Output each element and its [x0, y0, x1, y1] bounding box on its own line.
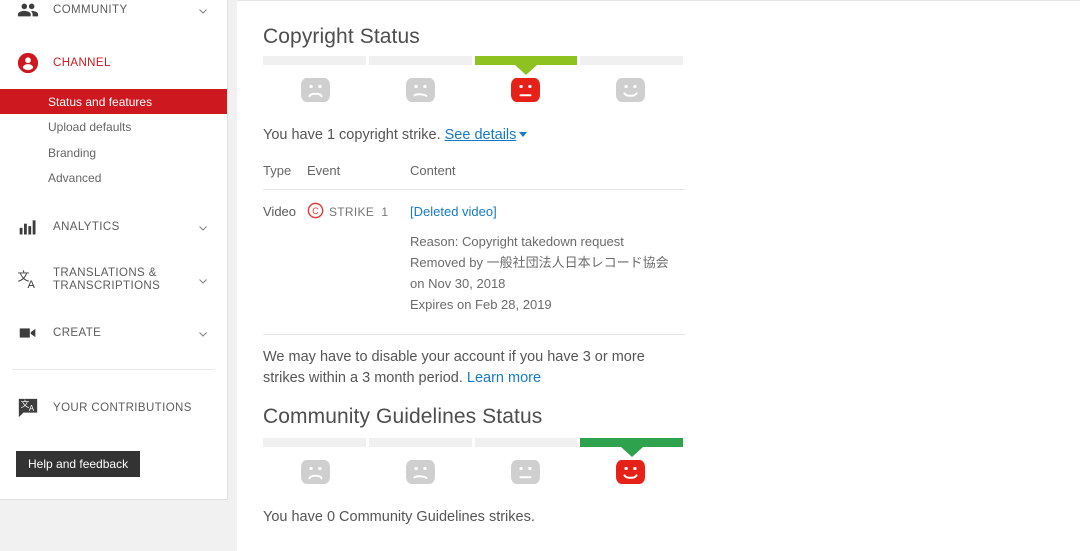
slight-frown-face — [406, 460, 435, 484]
meter-segment-2 — [368, 438, 472, 447]
meter-faces — [263, 459, 683, 485]
meter-segment-3 — [474, 56, 578, 75]
page-root: COMMUNITY CHANNEL Status and features Up… — [0, 0, 1080, 551]
cell-event: C STRIKE 1 — [307, 189, 410, 335]
meter-segment-2 — [368, 56, 472, 65]
cell-content: [Deleted video] Reason: Copyright takedo… — [410, 189, 685, 335]
chevron-down-icon[interactable] — [197, 274, 209, 286]
happy-face — [616, 460, 645, 484]
meter-face-cell-2 — [368, 459, 473, 485]
meter-face-cell-4 — [578, 77, 683, 103]
strike-count: 1 — [381, 205, 389, 219]
slight-frown-face — [406, 78, 435, 102]
chevron-down-icon[interactable] — [519, 132, 528, 137]
deleted-video-link[interactable]: [Deleted video] — [410, 204, 497, 219]
help-and-feedback-button[interactable]: Help and feedback — [16, 451, 141, 477]
sidebar-group-label: ANALYTICS — [53, 220, 120, 233]
sidebar-item-label: Status and features — [48, 94, 153, 109]
meter-face-cell-3 — [473, 77, 578, 103]
sidebar-item-label: Advanced — [48, 170, 102, 185]
sidebar-group-label: CREATE — [53, 326, 102, 339]
copyright-strike-summary-text: You have 1 copyright strike. — [263, 127, 441, 143]
sidebar-group-create[interactable]: CREATE — [0, 311, 227, 355]
sidebar-group-label: TRANSLATIONS & TRANSCRIPTIONS — [53, 267, 161, 292]
video-camera-icon — [15, 320, 41, 346]
meter-segment-1 — [263, 56, 366, 65]
meter-face-cell-3 — [473, 459, 578, 485]
sidebar-item-your-contributions[interactable]: 文 A YOUR CONTRIBUTIONS — [0, 386, 227, 430]
meter-segment-4 — [580, 438, 683, 457]
sidebar-group-analytics[interactable]: ANALYTICS — [0, 205, 227, 249]
strike-warning-text: We may have to disable your account if y… — [263, 349, 645, 386]
table-header-row: Type Event Content — [263, 163, 685, 190]
people-icon — [15, 0, 41, 23]
sidebar-group-channel[interactable]: CHANNEL — [0, 41, 227, 85]
strike-label: STRIKE — [329, 205, 375, 219]
copyright-strike-summary: You have 1 copyright strike. See details — [263, 125, 693, 146]
account-circle-icon — [15, 50, 41, 76]
sidebar-group-label: COMMUNITY — [53, 3, 128, 16]
meter-segment-4 — [580, 56, 683, 65]
see-details-link[interactable]: See details — [445, 127, 517, 143]
sidebar: COMMUNITY CHANNEL Status and features Up… — [0, 0, 228, 500]
cell-type: Video — [263, 189, 307, 335]
sidebar-group-translations-and-transcriptions[interactable]: 文 A TRANSLATIONS & TRANSCRIPTIONS — [0, 258, 227, 302]
sidebar-item-status-and-features[interactable]: Status and features — [0, 89, 227, 114]
meter-bar — [263, 438, 683, 457]
copyright-strikes-table: Type Event Content Video C STRIKE 1 [Del… — [263, 163, 685, 335]
happy-face — [616, 78, 645, 102]
translate-bubble-icon: 文 A — [15, 395, 41, 421]
meter-face-cell-4 — [578, 459, 683, 485]
neutral-face — [511, 460, 540, 484]
copyright-icon: C — [307, 202, 324, 225]
content-expires: Expires on Feb 28, 2019 — [410, 297, 552, 312]
learn-more-link[interactable]: Learn more — [467, 370, 541, 386]
content-reason: Reason: Copyright takedown request — [410, 234, 624, 249]
sidebar-divider — [12, 369, 215, 370]
table-row: Video C STRIKE 1 [Deleted video] Reason: — [263, 189, 685, 335]
meter-pointer — [620, 447, 643, 457]
column-header-type: Type — [263, 163, 307, 190]
meter-face-cell-2 — [368, 77, 473, 103]
meter-faces — [263, 77, 683, 103]
chevron-down-icon[interactable] — [197, 221, 209, 233]
copyright-status-meter — [263, 56, 683, 104]
sad-face — [301, 78, 330, 102]
sidebar-group-community[interactable]: COMMUNITY — [0, 0, 227, 32]
content-removed-by: Removed by 一般社団法人日本レコード協会 on Nov 30, 201… — [410, 255, 669, 291]
bar-chart-icon — [15, 214, 41, 240]
neutral-face — [511, 78, 540, 102]
svg-text:A: A — [27, 279, 35, 291]
meter-bar — [263, 56, 683, 75]
chevron-down-icon[interactable] — [197, 4, 209, 16]
sidebar-item-upload-defaults[interactable]: Upload defaults — [0, 114, 227, 139]
sad-face — [301, 460, 330, 484]
meter-face-cell-1 — [263, 459, 368, 485]
sidebar-item-branding[interactable]: Branding — [0, 140, 227, 165]
meter-face-cell-1 — [263, 77, 368, 103]
svg-text:A: A — [29, 404, 35, 413]
chevron-down-icon[interactable] — [197, 327, 209, 339]
community-guidelines-meter — [263, 438, 683, 486]
column-header-event: Event — [307, 163, 410, 190]
sidebar-group-label: CHANNEL — [53, 56, 111, 69]
meter-segment-1 — [263, 438, 366, 447]
sidebar-item-label: YOUR CONTRIBUTIONS — [53, 401, 192, 414]
strike-warning: We may have to disable your account if y… — [263, 347, 683, 389]
svg-text:C: C — [312, 206, 319, 216]
community-guidelines-status-title: Community Guidelines Status — [263, 405, 543, 428]
column-header-content: Content — [410, 163, 685, 190]
sidebar-item-label: Branding — [48, 145, 97, 160]
sidebar-item-label: Upload defaults — [48, 119, 132, 134]
translate-icon: 文 A — [15, 267, 41, 293]
sidebar-item-advanced[interactable]: Advanced — [0, 165, 227, 190]
community-guidelines-summary: You have 0 Community Guidelines strikes. — [263, 509, 535, 525]
meter-segment-3 — [474, 438, 578, 447]
copyright-status-title: Copyright Status — [263, 25, 420, 48]
meter-pointer — [514, 65, 537, 75]
